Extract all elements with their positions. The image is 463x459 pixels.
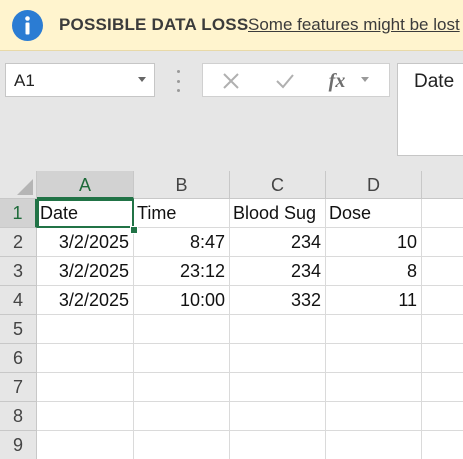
column-header-c[interactable]: C xyxy=(230,171,326,199)
message-bar-title: POSSIBLE DATA LOSS xyxy=(59,15,249,34)
cell-empty[interactable] xyxy=(37,431,134,459)
cell-e1[interactable] xyxy=(422,199,463,228)
cell-empty[interactable] xyxy=(326,402,422,431)
cell-d1[interactable]: Dose xyxy=(326,199,422,228)
row-header-2[interactable]: 2 xyxy=(0,228,37,257)
cell-empty[interactable] xyxy=(37,402,134,431)
column-header-a[interactable]: A xyxy=(37,171,134,199)
cell-empty[interactable] xyxy=(326,344,422,373)
cell-empty[interactable] xyxy=(134,373,230,402)
fill-handle[interactable] xyxy=(130,226,138,234)
column-header-b[interactable]: B xyxy=(134,171,230,199)
cell-empty[interactable] xyxy=(37,315,134,344)
cell-b2[interactable]: 8:47 xyxy=(134,228,230,257)
cell-empty[interactable] xyxy=(230,344,326,373)
worksheet-grid: A B C D 1 2 3 4 5 6 7 8 9 Date Time Bloo… xyxy=(0,171,463,459)
cell-empty[interactable] xyxy=(37,344,134,373)
cell-empty[interactable] xyxy=(230,315,326,344)
cell-empty[interactable] xyxy=(326,373,422,402)
cell-empty[interactable] xyxy=(230,373,326,402)
row-header-6[interactable]: 6 xyxy=(0,344,37,373)
enter-check-icon[interactable] xyxy=(273,69,297,93)
row-header-9[interactable]: 9 xyxy=(0,431,37,459)
cell-empty[interactable] xyxy=(134,402,230,431)
cell-empty[interactable] xyxy=(230,431,326,459)
cell-empty[interactable] xyxy=(326,315,422,344)
select-all-button[interactable] xyxy=(0,171,37,199)
row-header-8[interactable]: 8 xyxy=(0,402,37,431)
name-box-value: A1 xyxy=(14,71,35,90)
fx-dropdown-icon[interactable] xyxy=(361,77,369,82)
cell-d2[interactable]: 10 xyxy=(326,228,422,257)
cell-c3[interactable]: 234 xyxy=(230,257,326,286)
cell-empty[interactable] xyxy=(230,402,326,431)
row-header-3[interactable]: 3 xyxy=(0,257,37,286)
cell-d4[interactable]: 11 xyxy=(326,286,422,315)
cell-e2[interactable] xyxy=(422,228,463,257)
cell-b3[interactable]: 23:12 xyxy=(134,257,230,286)
cell-empty[interactable] xyxy=(422,344,463,373)
cell-a2[interactable]: 3/2/2025 xyxy=(37,228,134,257)
cell-e4[interactable] xyxy=(422,286,463,315)
column-header-e[interactable] xyxy=(422,171,463,199)
message-bar: POSSIBLE DATA LOSS Some features might b… xyxy=(0,0,463,51)
row-header-1[interactable]: 1 xyxy=(0,199,37,228)
cell-c4[interactable]: 332 xyxy=(230,286,326,315)
column-header-d[interactable]: D xyxy=(326,171,422,199)
message-bar-link[interactable]: Some features might be lost xyxy=(248,15,460,35)
row-header-5[interactable]: 5 xyxy=(0,315,37,344)
cell-a4[interactable]: 3/2/2025 xyxy=(37,286,134,315)
insert-function-icon[interactable]: fx xyxy=(325,69,349,93)
cell-d3[interactable]: 8 xyxy=(326,257,422,286)
cell-c1[interactable]: Blood Sug xyxy=(230,199,326,228)
select-all-icon xyxy=(17,179,33,195)
cell-empty[interactable] xyxy=(326,431,422,459)
cell-empty[interactable] xyxy=(422,402,463,431)
name-box[interactable]: A1 xyxy=(5,63,155,97)
cell-a1[interactable]: Date xyxy=(37,199,134,228)
chevron-down-icon[interactable] xyxy=(138,77,146,82)
cell-empty[interactable] xyxy=(422,373,463,402)
cancel-icon[interactable] xyxy=(219,69,243,93)
cell-b1[interactable]: Time xyxy=(134,199,230,228)
formula-input[interactable]: Date xyxy=(397,63,463,156)
row-header-7[interactable]: 7 xyxy=(0,373,37,402)
cell-a3[interactable]: 3/2/2025 xyxy=(37,257,134,286)
cell-empty[interactable] xyxy=(422,431,463,459)
cell-empty[interactable] xyxy=(134,431,230,459)
cell-empty[interactable] xyxy=(134,315,230,344)
cell-e3[interactable] xyxy=(422,257,463,286)
resize-grip-icon[interactable] xyxy=(175,70,181,92)
info-icon xyxy=(12,10,43,41)
cell-b4[interactable]: 10:00 xyxy=(134,286,230,315)
cell-c2[interactable]: 234 xyxy=(230,228,326,257)
cell-empty[interactable] xyxy=(37,373,134,402)
cell-empty[interactable] xyxy=(134,344,230,373)
row-header-4[interactable]: 4 xyxy=(0,286,37,315)
formula-content: Date xyxy=(414,71,455,92)
cell-empty[interactable] xyxy=(422,315,463,344)
